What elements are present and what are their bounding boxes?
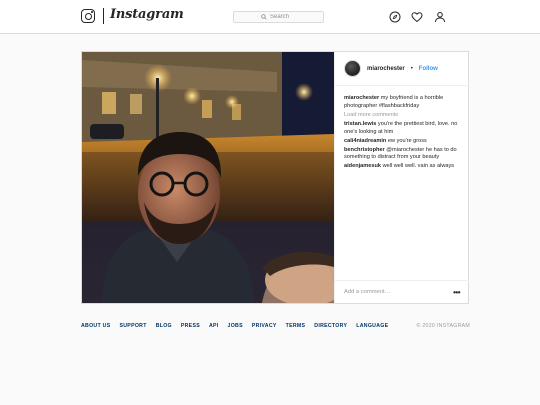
comment: aidenjamesuk well well well. vain as alw… <box>344 163 465 171</box>
copyright-notice: © 2020 INSTAGRAM <box>416 323 470 329</box>
search-input[interactable] <box>270 14 296 20</box>
comment-username[interactable]: tristan.lewis <box>344 121 376 127</box>
caption-username[interactable]: miarochester <box>344 95 379 101</box>
search-icon <box>261 14 267 20</box>
comment: tristan.lewis you're the prettiest bird,… <box>344 121 465 136</box>
load-more-comments-link[interactable]: Load more comments <box>344 112 465 120</box>
footer-link-jobs[interactable]: JOBS <box>228 323 243 329</box>
profile-person-icon[interactable] <box>434 11 446 23</box>
add-comment-input[interactable] <box>344 289 434 295</box>
avatar[interactable] <box>344 60 361 77</box>
instagram-wordmark[interactable]: Instagram <box>110 7 184 22</box>
more-options-icon[interactable]: ••• <box>453 288 460 297</box>
top-navigation-bar: Instagram <box>0 0 540 34</box>
comment-username[interactable]: aidenjamesuk <box>344 163 381 169</box>
footer-link-support[interactable]: SUPPORT <box>120 323 147 329</box>
comments-section: miarochester my boyfriend is a horrible … <box>344 95 465 172</box>
comment-username[interactable]: cali4niadreamin <box>344 138 386 144</box>
footer-link-language[interactable]: LANGUAGE <box>356 323 388 329</box>
comment-text: well well well. vain as always <box>382 163 455 169</box>
footer-link-about-us[interactable]: ABOUT US <box>81 323 111 329</box>
comment: benchristopher @miarochester he has to d… <box>344 147 465 162</box>
instagram-camera-icon[interactable] <box>81 9 95 23</box>
separator-dot: • <box>410 65 413 72</box>
add-comment-row: ••• <box>335 280 469 303</box>
footer-link-blog[interactable]: BLOG <box>156 323 172 329</box>
post-card: miarochester • Follow miarochester my bo… <box>81 51 469 304</box>
post-sidebar: miarochester • Follow miarochester my bo… <box>334 52 469 303</box>
comment: cali4niadreamin ew you're gross <box>344 138 465 146</box>
post-header: miarochester • Follow <box>335 52 469 86</box>
footer-links: ABOUT US SUPPORT BLOG PRESS API JOBS PRI… <box>81 323 397 329</box>
footer-link-api[interactable]: API <box>209 323 219 329</box>
caption: miarochester my boyfriend is a horrible … <box>344 95 465 110</box>
search-box[interactable] <box>233 11 324 23</box>
comment-text: ew you're gross <box>387 137 427 144</box>
explore-compass-icon[interactable] <box>389 11 401 23</box>
post-author-username[interactable]: miarochester <box>367 66 405 72</box>
comment-username[interactable]: benchristopher <box>344 147 385 153</box>
follow-button[interactable]: Follow <box>419 66 438 72</box>
logo-divider <box>103 8 104 24</box>
footer-link-terms[interactable]: TERMS <box>286 323 306 329</box>
activity-heart-icon[interactable] <box>411 11 423 23</box>
footer-link-directory[interactable]: DIRECTORY <box>314 323 347 329</box>
night-street-selfie-image <box>82 52 334 303</box>
footer-link-privacy[interactable]: PRIVACY <box>252 323 277 329</box>
footer-link-press[interactable]: PRESS <box>181 323 200 329</box>
post-photo[interactable] <box>82 52 334 303</box>
